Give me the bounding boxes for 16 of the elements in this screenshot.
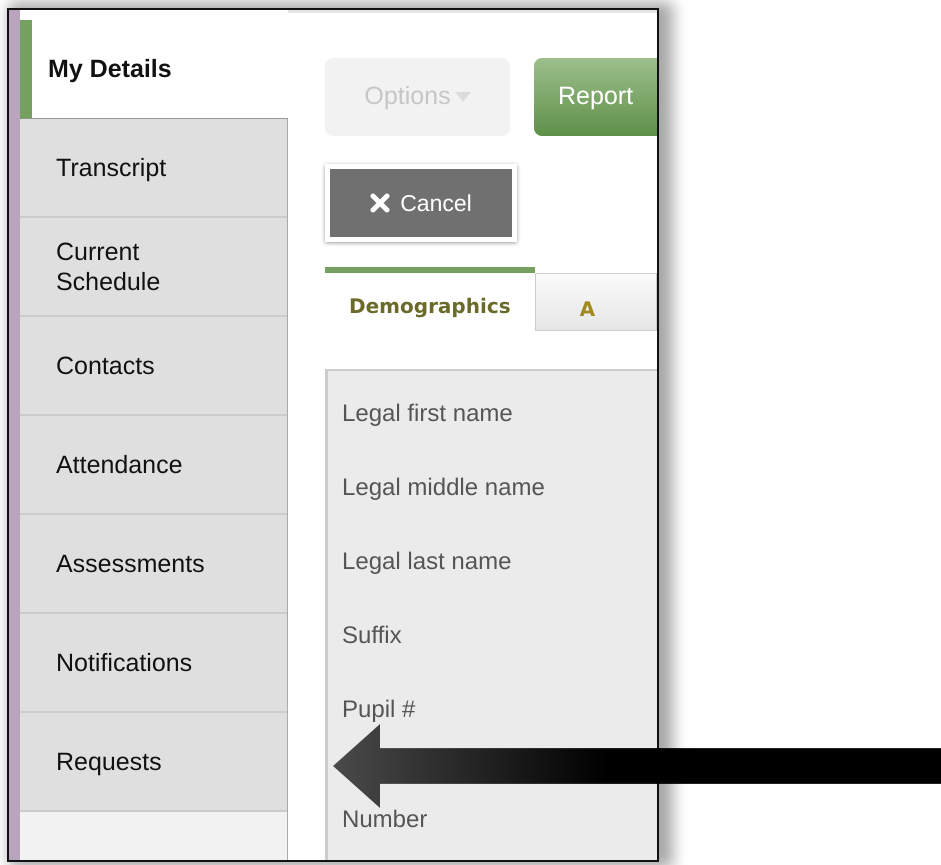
- sidebar-tab[interactable]: Transcript: [20, 119, 287, 218]
- arrow-icon: [333, 724, 941, 808]
- sidebar-tab[interactable]: Current Schedule: [20, 218, 287, 317]
- sidebar-tab[interactable]: Notifications: [20, 614, 287, 713]
- sidebar-tab[interactable]: My Details: [20, 20, 288, 119]
- field-label: Suffix: [342, 621, 403, 650]
- field-label: Pupil #: [342, 695, 416, 724]
- field-label: Legal first name: [342, 399, 514, 428]
- sidebar-tab[interactable]: Assessments: [20, 515, 287, 614]
- sidebar-tab[interactable]: Attendance: [20, 416, 287, 515]
- field-label: Legal middle name: [342, 473, 546, 502]
- sidebar-tab[interactable]: Contacts: [20, 317, 287, 416]
- field-label: Legal last name: [342, 547, 512, 576]
- field-label: Number: [342, 805, 428, 834]
- close-icon: [370, 193, 390, 213]
- sidebar-tab[interactable]: Requests: [20, 713, 287, 812]
